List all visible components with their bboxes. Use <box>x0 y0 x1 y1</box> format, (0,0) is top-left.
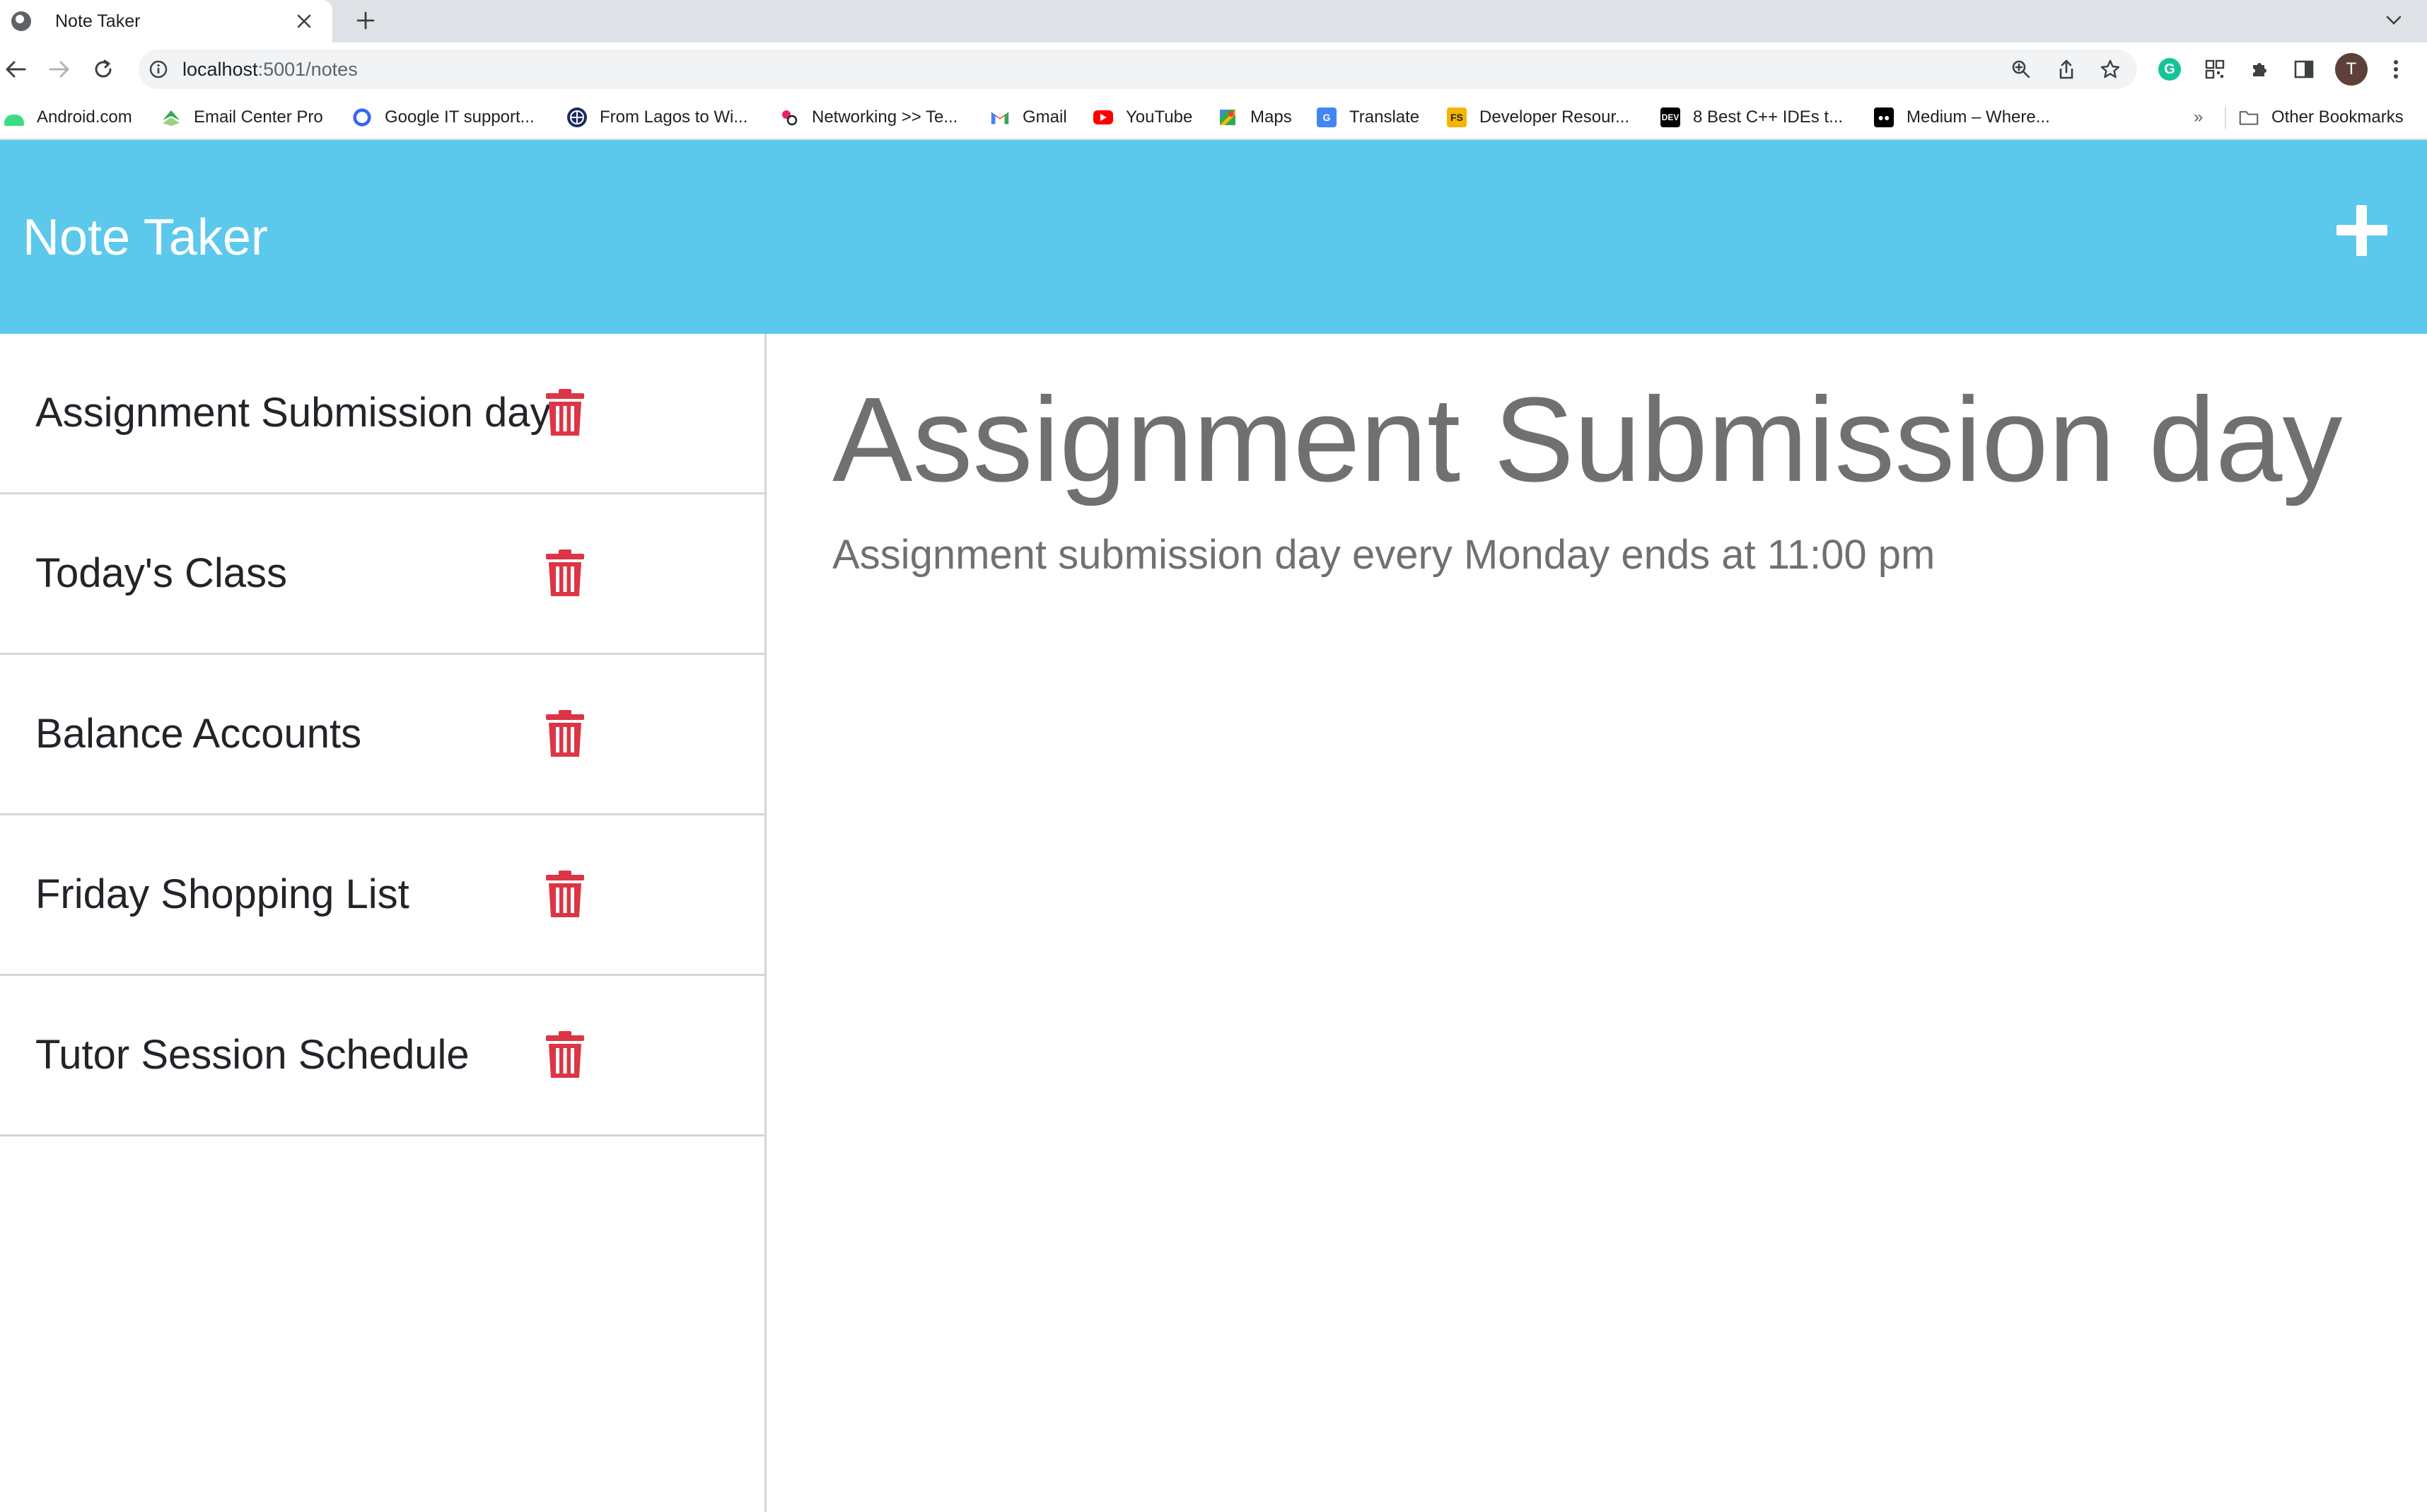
grammarly-icon[interactable]: G <box>2154 54 2185 85</box>
tab-title: Note Taker <box>55 11 141 31</box>
trash-icon[interactable] <box>546 389 584 437</box>
trash-icon[interactable] <box>546 549 584 598</box>
note-list-title[interactable]: Balance Accounts <box>35 655 361 813</box>
bookmark-developer-resources[interactable]: FS Developer Resour... <box>1447 96 1629 139</box>
other-bookmarks[interactable]: Other Bookmarks <box>2239 96 2404 139</box>
networking-icon <box>779 107 799 127</box>
bookmarks-divider <box>2225 106 2226 129</box>
fs-icon: FS <box>1447 107 1467 127</box>
reload-icon[interactable] <box>88 54 119 85</box>
info-icon[interactable] <box>149 59 168 79</box>
list-item[interactable]: Today's Class <box>0 494 764 655</box>
bookmarks-bar: Android.com Email Center Pro Google IT s… <box>0 96 2427 140</box>
close-icon[interactable] <box>290 7 318 35</box>
back-arrow-icon[interactable] <box>0 54 31 85</box>
more-menu-icon[interactable] <box>2380 54 2411 85</box>
side-panel-icon[interactable] <box>2288 54 2320 85</box>
email-center-icon <box>161 107 181 127</box>
note-list-title[interactable]: Friday Shopping List <box>35 815 409 974</box>
bookmark-star-icon[interactable] <box>2097 57 2123 82</box>
note-list-title[interactable]: Assignment Submission day <box>35 334 551 492</box>
extensions-puzzle-icon[interactable] <box>2245 54 2276 85</box>
medium-icon: ●● <box>1874 107 1894 127</box>
globe-icon <box>567 107 587 127</box>
browser-toolbar: localhost:5001/notes G T <box>0 42 2427 96</box>
note-list-title[interactable]: Today's Class <box>35 494 287 653</box>
globe-favicon-icon <box>11 11 31 31</box>
bookmark-translate[interactable]: G Translate <box>1317 96 1419 139</box>
trash-icon[interactable] <box>546 1031 584 1079</box>
bookmark-networking[interactable]: Networking >> Te... <box>779 96 958 139</box>
maps-icon <box>1218 107 1238 127</box>
bookmark-cpp-ides[interactable]: DEV 8 Best C++ IDEs t... <box>1660 96 1843 139</box>
app-navbar: Note Taker <box>0 140 2427 334</box>
list-item[interactable]: Friday Shopping List <box>0 815 764 976</box>
zoom-icon[interactable] <box>2008 57 2034 82</box>
dev-icon: DEV <box>1660 107 1680 127</box>
list-item[interactable]: Assignment Submission day <box>0 334 764 494</box>
url-text[interactable]: localhost:5001/notes <box>182 50 358 89</box>
coursera-icon <box>352 107 372 127</box>
bookmark-email-center-pro[interactable]: Email Center Pro <box>161 96 323 139</box>
android-icon <box>4 115 24 126</box>
bookmark-maps[interactable]: Maps <box>1218 96 1292 139</box>
folder-icon <box>2239 107 2259 127</box>
bookmark-from-lagos[interactable]: From Lagos to Wi... <box>567 96 747 139</box>
address-bar[interactable]: localhost:5001/notes <box>139 50 2137 89</box>
translate-icon: G <box>1317 107 1337 127</box>
qr-code-icon[interactable] <box>2199 54 2230 85</box>
chevron-down-icon[interactable] <box>2377 4 2410 37</box>
note-title-input[interactable]: Assignment Submission day <box>832 369 2342 511</box>
browser-tab[interactable]: Note Taker <box>0 0 332 42</box>
gmail-icon <box>990 107 1010 127</box>
bookmark-gmail[interactable]: Gmail <box>990 96 1067 139</box>
share-icon[interactable] <box>2054 57 2079 82</box>
youtube-icon <box>1093 110 1113 124</box>
list-item[interactable]: Tutor Session Schedule <box>0 976 764 1136</box>
trash-icon[interactable] <box>546 710 584 758</box>
note-list-title[interactable]: Tutor Session Schedule <box>35 976 470 1134</box>
plus-icon[interactable] <box>2334 202 2390 259</box>
note-text-area[interactable]: Assignment submission day every Monday e… <box>832 530 1935 580</box>
bookmark-medium[interactable]: ●● Medium – Where... <box>1874 96 2050 139</box>
bookmarks-overflow-button[interactable]: » <box>2194 96 2203 139</box>
new-tab-button[interactable] <box>349 4 382 37</box>
app-title[interactable]: Note Taker <box>23 208 268 267</box>
forward-arrow-icon[interactable] <box>44 54 75 85</box>
note-list: Assignment Submission day Today's Class … <box>0 334 767 1512</box>
bookmark-youtube[interactable]: YouTube <box>1093 96 1192 139</box>
trash-icon[interactable] <box>546 871 584 919</box>
bookmark-google-it-support[interactable]: Google IT support... <box>352 96 535 139</box>
bookmark-android[interactable]: Android.com <box>4 96 132 139</box>
note-editor: Assignment Submission day Assignment sub… <box>769 334 2427 1512</box>
list-item[interactable]: Balance Accounts <box>0 655 764 815</box>
browser-tab-strip: Note Taker <box>0 0 2427 42</box>
profile-avatar[interactable]: T <box>2335 53 2368 86</box>
